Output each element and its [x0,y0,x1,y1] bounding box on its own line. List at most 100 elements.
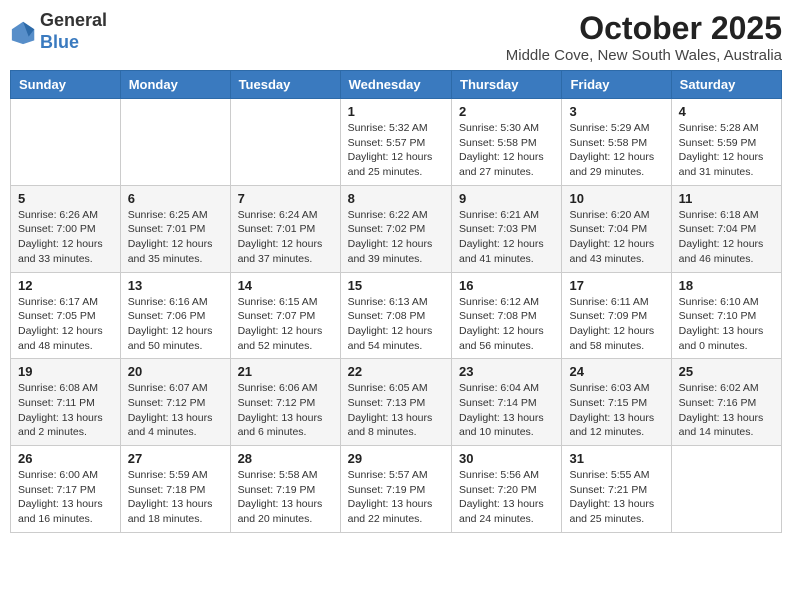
day-number: 29 [348,451,444,466]
calendar-cell: 15 Sunrise: 6:13 AMSunset: 7:08 PMDaylig… [340,272,451,359]
day-number: 15 [348,278,444,293]
calendar-cell: 20 Sunrise: 6:07 AMSunset: 7:12 PMDaylig… [120,359,230,446]
weekday-header: Wednesday [340,71,451,99]
day-number: 30 [459,451,554,466]
day-number: 18 [679,278,774,293]
day-number: 13 [128,278,223,293]
day-number: 8 [348,191,444,206]
day-number: 5 [18,191,113,206]
weekday-header: Friday [562,71,671,99]
day-info: Sunrise: 6:07 AMSunset: 7:12 PMDaylight:… [128,381,223,440]
day-info: Sunrise: 5:58 AMSunset: 7:19 PMDaylight:… [238,468,333,527]
logo-text: General Blue [40,10,107,53]
day-info: Sunrise: 6:02 AMSunset: 7:16 PMDaylight:… [679,381,774,440]
calendar-week-row: 1 Sunrise: 5:32 AMSunset: 5:57 PMDayligh… [11,99,782,186]
day-number: 31 [569,451,663,466]
day-info: Sunrise: 6:26 AMSunset: 7:00 PMDaylight:… [18,208,113,267]
day-info: Sunrise: 5:57 AMSunset: 7:19 PMDaylight:… [348,468,444,527]
day-number: 9 [459,191,554,206]
day-info: Sunrise: 6:15 AMSunset: 7:07 PMDaylight:… [238,295,333,354]
day-number: 16 [459,278,554,293]
day-number: 20 [128,364,223,379]
calendar-cell: 4 Sunrise: 5:28 AMSunset: 5:59 PMDayligh… [671,99,781,186]
day-number: 6 [128,191,223,206]
day-number: 28 [238,451,333,466]
day-info: Sunrise: 6:25 AMSunset: 7:01 PMDaylight:… [128,208,223,267]
calendar-cell: 29 Sunrise: 5:57 AMSunset: 7:19 PMDaylig… [340,446,451,533]
day-number: 11 [679,191,774,206]
day-info: Sunrise: 6:24 AMSunset: 7:01 PMDaylight:… [238,208,333,267]
day-info: Sunrise: 6:04 AMSunset: 7:14 PMDaylight:… [459,381,554,440]
calendar-cell: 27 Sunrise: 5:59 AMSunset: 7:18 PMDaylig… [120,446,230,533]
weekday-header: Monday [120,71,230,99]
calendar-cell: 18 Sunrise: 6:10 AMSunset: 7:10 PMDaylig… [671,272,781,359]
day-info: Sunrise: 6:00 AMSunset: 7:17 PMDaylight:… [18,468,113,527]
weekday-header: Saturday [671,71,781,99]
day-info: Sunrise: 5:59 AMSunset: 7:18 PMDaylight:… [128,468,223,527]
day-info: Sunrise: 6:22 AMSunset: 7:02 PMDaylight:… [348,208,444,267]
calendar-cell: 2 Sunrise: 5:30 AMSunset: 5:58 PMDayligh… [452,99,562,186]
day-info: Sunrise: 5:55 AMSunset: 7:21 PMDaylight:… [569,468,663,527]
calendar-cell: 13 Sunrise: 6:16 AMSunset: 7:06 PMDaylig… [120,272,230,359]
day-number: 17 [569,278,663,293]
calendar-cell: 10 Sunrise: 6:20 AMSunset: 7:04 PMDaylig… [562,185,671,272]
day-info: Sunrise: 6:17 AMSunset: 7:05 PMDaylight:… [18,295,113,354]
day-info: Sunrise: 6:03 AMSunset: 7:15 PMDaylight:… [569,381,663,440]
day-number: 22 [348,364,444,379]
calendar-cell: 11 Sunrise: 6:18 AMSunset: 7:04 PMDaylig… [671,185,781,272]
logo: General Blue [10,10,107,53]
day-number: 26 [18,451,113,466]
day-info: Sunrise: 5:30 AMSunset: 5:58 PMDaylight:… [459,121,554,180]
calendar-cell: 21 Sunrise: 6:06 AMSunset: 7:12 PMDaylig… [230,359,340,446]
calendar-subtitle: Middle Cove, New South Wales, Australia [506,47,782,64]
calendar-title: October 2025 [506,10,782,47]
day-number: 1 [348,104,444,119]
calendar-cell: 19 Sunrise: 6:08 AMSunset: 7:11 PMDaylig… [11,359,121,446]
day-number: 19 [18,364,113,379]
calendar-cell: 5 Sunrise: 6:26 AMSunset: 7:00 PMDayligh… [11,185,121,272]
calendar-cell: 14 Sunrise: 6:15 AMSunset: 7:07 PMDaylig… [230,272,340,359]
calendar-cell: 23 Sunrise: 6:04 AMSunset: 7:14 PMDaylig… [452,359,562,446]
calendar-cell: 7 Sunrise: 6:24 AMSunset: 7:01 PMDayligh… [230,185,340,272]
day-number: 2 [459,104,554,119]
calendar-week-row: 26 Sunrise: 6:00 AMSunset: 7:17 PMDaylig… [11,446,782,533]
calendar-table: SundayMondayTuesdayWednesdayThursdayFrid… [10,70,782,533]
day-info: Sunrise: 6:16 AMSunset: 7:06 PMDaylight:… [128,295,223,354]
day-number: 7 [238,191,333,206]
day-info: Sunrise: 6:06 AMSunset: 7:12 PMDaylight:… [238,381,333,440]
day-number: 24 [569,364,663,379]
calendar-cell: 12 Sunrise: 6:17 AMSunset: 7:05 PMDaylig… [11,272,121,359]
day-info: Sunrise: 6:05 AMSunset: 7:13 PMDaylight:… [348,381,444,440]
calendar-cell [230,99,340,186]
day-info: Sunrise: 5:32 AMSunset: 5:57 PMDaylight:… [348,121,444,180]
calendar-cell [11,99,121,186]
day-number: 3 [569,104,663,119]
day-info: Sunrise: 6:13 AMSunset: 7:08 PMDaylight:… [348,295,444,354]
weekday-header: Thursday [452,71,562,99]
calendar-cell: 28 Sunrise: 5:58 AMSunset: 7:19 PMDaylig… [230,446,340,533]
calendar-week-row: 5 Sunrise: 6:26 AMSunset: 7:00 PMDayligh… [11,185,782,272]
page-header: General Blue October 2025 Middle Cove, N… [10,10,782,64]
day-info: Sunrise: 6:08 AMSunset: 7:11 PMDaylight:… [18,381,113,440]
weekday-header: Tuesday [230,71,340,99]
day-number: 10 [569,191,663,206]
calendar-cell: 25 Sunrise: 6:02 AMSunset: 7:16 PMDaylig… [671,359,781,446]
day-number: 14 [238,278,333,293]
calendar-cell: 22 Sunrise: 6:05 AMSunset: 7:13 PMDaylig… [340,359,451,446]
day-number: 4 [679,104,774,119]
calendar-cell: 31 Sunrise: 5:55 AMSunset: 7:21 PMDaylig… [562,446,671,533]
logo-icon [10,18,38,46]
day-number: 27 [128,451,223,466]
calendar-cell: 9 Sunrise: 6:21 AMSunset: 7:03 PMDayligh… [452,185,562,272]
calendar-cell: 26 Sunrise: 6:00 AMSunset: 7:17 PMDaylig… [11,446,121,533]
weekday-header: Sunday [11,71,121,99]
calendar-cell [671,446,781,533]
calendar-cell: 6 Sunrise: 6:25 AMSunset: 7:01 PMDayligh… [120,185,230,272]
calendar-cell: 24 Sunrise: 6:03 AMSunset: 7:15 PMDaylig… [562,359,671,446]
calendar-cell: 17 Sunrise: 6:11 AMSunset: 7:09 PMDaylig… [562,272,671,359]
calendar-week-row: 19 Sunrise: 6:08 AMSunset: 7:11 PMDaylig… [11,359,782,446]
title-block: October 2025 Middle Cove, New South Wale… [506,10,782,64]
day-info: Sunrise: 6:18 AMSunset: 7:04 PMDaylight:… [679,208,774,267]
weekday-header-row: SundayMondayTuesdayWednesdayThursdayFrid… [11,71,782,99]
day-info: Sunrise: 5:28 AMSunset: 5:59 PMDaylight:… [679,121,774,180]
